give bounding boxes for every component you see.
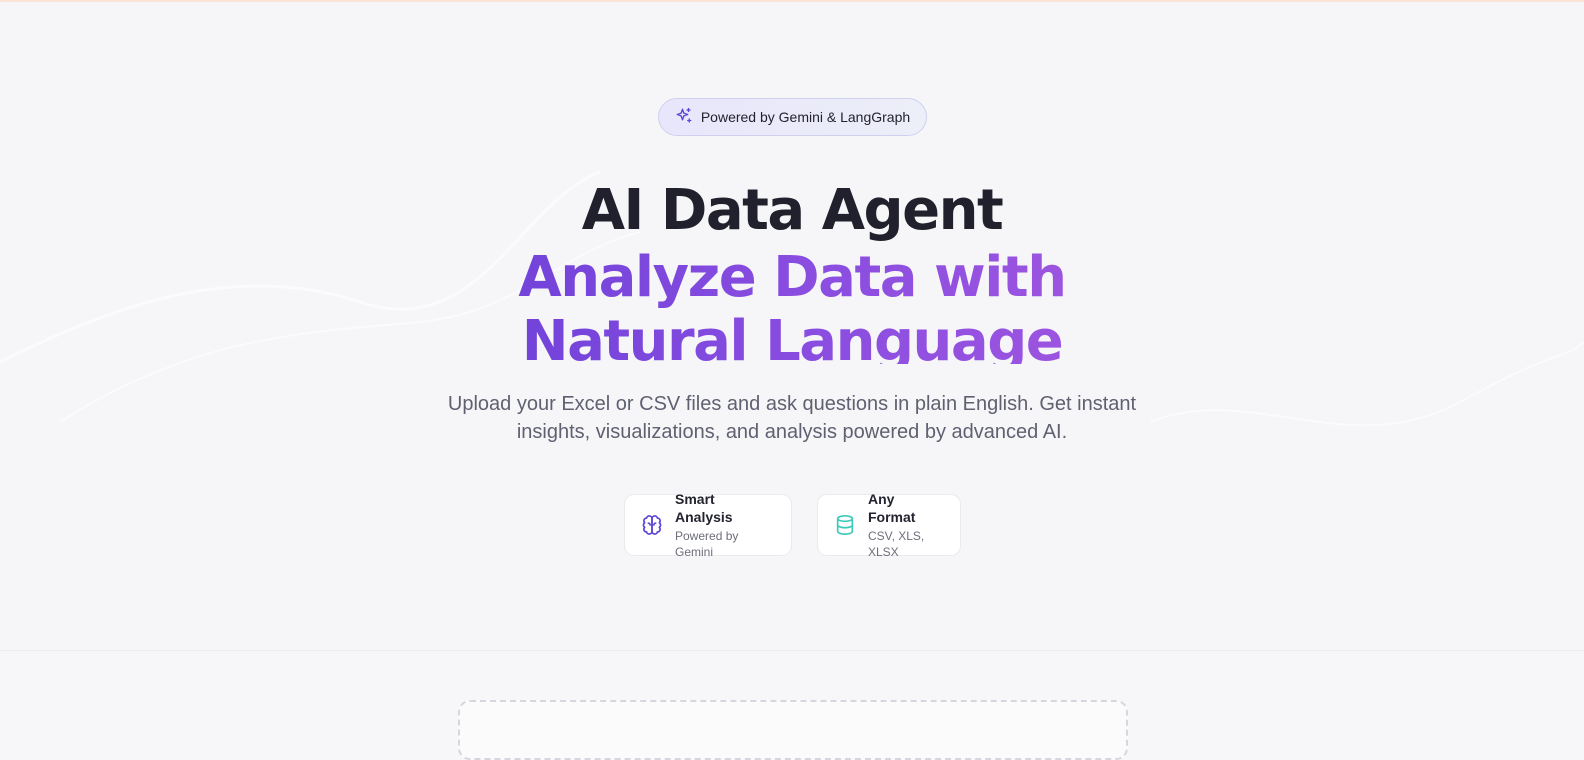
feature-title: Smart Analysis — [675, 491, 733, 525]
feature-card-smart-analysis: Smart Analysis Powered by Gemini — [624, 491, 792, 559]
sparkles-icon — [675, 107, 693, 128]
badge-label: Powered by Gemini & LangGraph — [700, 109, 911, 125]
powered-by-badge: Powered by Gemini & LangGraph — [658, 98, 927, 136]
feature-card-any-format: Any Format CSV, XLS, XLSX — [817, 491, 961, 559]
page-subtitle: Analyze Data with Natural Language — [400, 246, 1184, 364]
brain-icon — [641, 514, 663, 536]
feature-title: Any Format — [868, 491, 916, 525]
hero-description: Upload your Excel or CSV files and ask q… — [447, 393, 1137, 443]
database-icon — [834, 514, 856, 536]
file-dropzone[interactable] — [458, 700, 1128, 760]
feature-subtitle: CSV, XLS, XLSX — [868, 529, 925, 559]
hero-section: Powered by Gemini & LangGraph AI Data Ag… — [0, 2, 1584, 651]
feature-subtitle: Powered by Gemini — [675, 529, 739, 559]
page-title: AI Data Agent — [581, 178, 1004, 243]
